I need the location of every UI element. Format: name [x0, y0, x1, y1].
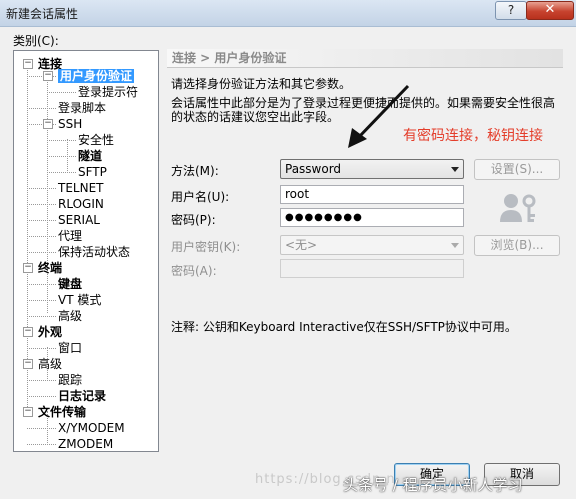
- password-input[interactable]: ●●●●●●●●: [280, 208, 464, 227]
- tree-expander-icon[interactable]: −: [23, 359, 33, 369]
- tree-item[interactable]: 登录提示符: [78, 85, 138, 99]
- tree-connector: [27, 284, 56, 285]
- tree-expander-icon[interactable]: −: [23, 407, 33, 417]
- tree-item[interactable]: TELNET: [58, 181, 104, 195]
- tree-item[interactable]: SERIAL: [58, 213, 100, 227]
- tree-item[interactable]: 窗口: [58, 341, 82, 355]
- window-title: 新建会话属性: [6, 7, 79, 21]
- tree-connector: [47, 140, 76, 141]
- browse-button[interactable]: 浏览(B)...: [474, 235, 560, 256]
- user-key-select[interactable]: <无>: [280, 235, 464, 255]
- tree-connector: [47, 172, 76, 173]
- user-key-select-value: <无>: [285, 238, 318, 252]
- toutiao-watermark: 头条号 / 程序员小新人学习: [343, 476, 523, 494]
- method-select-value: Password: [285, 162, 342, 176]
- user-key-icon: [500, 194, 536, 222]
- username-input[interactable]: root: [280, 185, 464, 204]
- passphrase-label: 密码(A):: [171, 264, 217, 278]
- tree-item[interactable]: 高级: [38, 357, 62, 371]
- tree-connector: [27, 444, 56, 445]
- tree-expander-icon[interactable]: −: [43, 71, 53, 81]
- tree-connector: [27, 380, 56, 381]
- category-tree[interactable]: − 连接 − 用户身份验证 登录提示符 登录脚本 − SSH 安全性 隧道 SFTP TELNET RL…: [13, 50, 159, 452]
- tree-item[interactable]: 安全性: [78, 133, 114, 147]
- tree-item[interactable]: SFTP: [78, 165, 107, 179]
- chevron-down-icon: [451, 167, 459, 172]
- tree-connector: [27, 396, 56, 397]
- tree-expander-icon[interactable]: −: [23, 327, 33, 337]
- tree-item[interactable]: 高级: [58, 309, 82, 323]
- method-select[interactable]: Password: [280, 159, 464, 179]
- method-label: 方法(M):: [171, 164, 219, 178]
- tree-connector: [27, 252, 56, 253]
- help-button[interactable]: ?: [495, 1, 527, 20]
- tree-connector: [27, 316, 56, 317]
- section-header: 连接 > 用户身份验证: [167, 49, 563, 68]
- tree-connector: [67, 139, 68, 171]
- tree-item[interactable]: VT 模式: [58, 293, 101, 307]
- tree-item[interactable]: ZMODEM: [58, 437, 113, 451]
- tree-expander-icon[interactable]: −: [23, 59, 33, 69]
- tree-connector: [27, 300, 56, 301]
- category-label: 类别(C):: [13, 34, 59, 48]
- tree-connector: [27, 188, 56, 189]
- tree-item[interactable]: 日志记录: [58, 389, 106, 403]
- tree-connector: [27, 236, 56, 237]
- tree-connector: [47, 156, 76, 157]
- tree-connector: [27, 108, 56, 109]
- tree-connector: [27, 348, 56, 349]
- dialog-window: 新建会话属性 ? ✕ 类别(C): − 连接 − 用户身份验证 登录提示符 登录脚本 − SS…: [0, 0, 576, 499]
- tree-connector: [47, 92, 76, 93]
- tree-item[interactable]: 用户身份验证: [58, 69, 135, 83]
- tree-item[interactable]: 终端: [38, 261, 62, 275]
- tree-connector: [27, 204, 56, 205]
- setup-button[interactable]: 设置(S)...: [474, 159, 560, 180]
- username-label: 用户名(U):: [171, 190, 230, 204]
- tree-expander-icon[interactable]: −: [23, 263, 33, 273]
- tree-item[interactable]: SSH: [58, 117, 82, 131]
- tree-item[interactable]: RLOGIN: [58, 197, 104, 211]
- tree-item[interactable]: 代理: [58, 229, 82, 243]
- password-label: 密码(P):: [171, 213, 216, 227]
- tree-connector: [27, 428, 56, 429]
- tree-item[interactable]: 外观: [38, 325, 62, 339]
- tree-item[interactable]: 键盘: [58, 277, 82, 291]
- tree-connector: [27, 220, 56, 221]
- tree-item[interactable]: 跟踪: [58, 373, 82, 387]
- tree-item[interactable]: 保持活动状态: [58, 245, 130, 259]
- title-bar: 新建会话属性 ? ✕: [0, 0, 576, 27]
- tree-item[interactable]: X/YMODEM: [58, 421, 125, 435]
- tree-item[interactable]: 文件传输: [38, 405, 86, 419]
- annotation-text: 有密码连接，秘钥连接: [403, 128, 543, 144]
- user-key-label: 用户密钥(K):: [171, 240, 241, 254]
- tree-item[interactable]: 隧道: [78, 149, 102, 163]
- description-line-3: 的状态的话建议您空出此字段。: [171, 110, 340, 124]
- chevron-down-icon: [451, 243, 459, 248]
- passphrase-input[interactable]: [280, 259, 464, 278]
- tree-expander-icon[interactable]: −: [43, 119, 53, 129]
- tree-item[interactable]: 登录脚本: [58, 101, 106, 115]
- note-text: 注释: 公钥和Keyboard Interactive仅在SSH/SFTP协议中…: [171, 320, 517, 334]
- close-button[interactable]: ✕: [526, 1, 574, 20]
- description-line-1: 请选择身份验证方法和其它参数。: [171, 77, 352, 91]
